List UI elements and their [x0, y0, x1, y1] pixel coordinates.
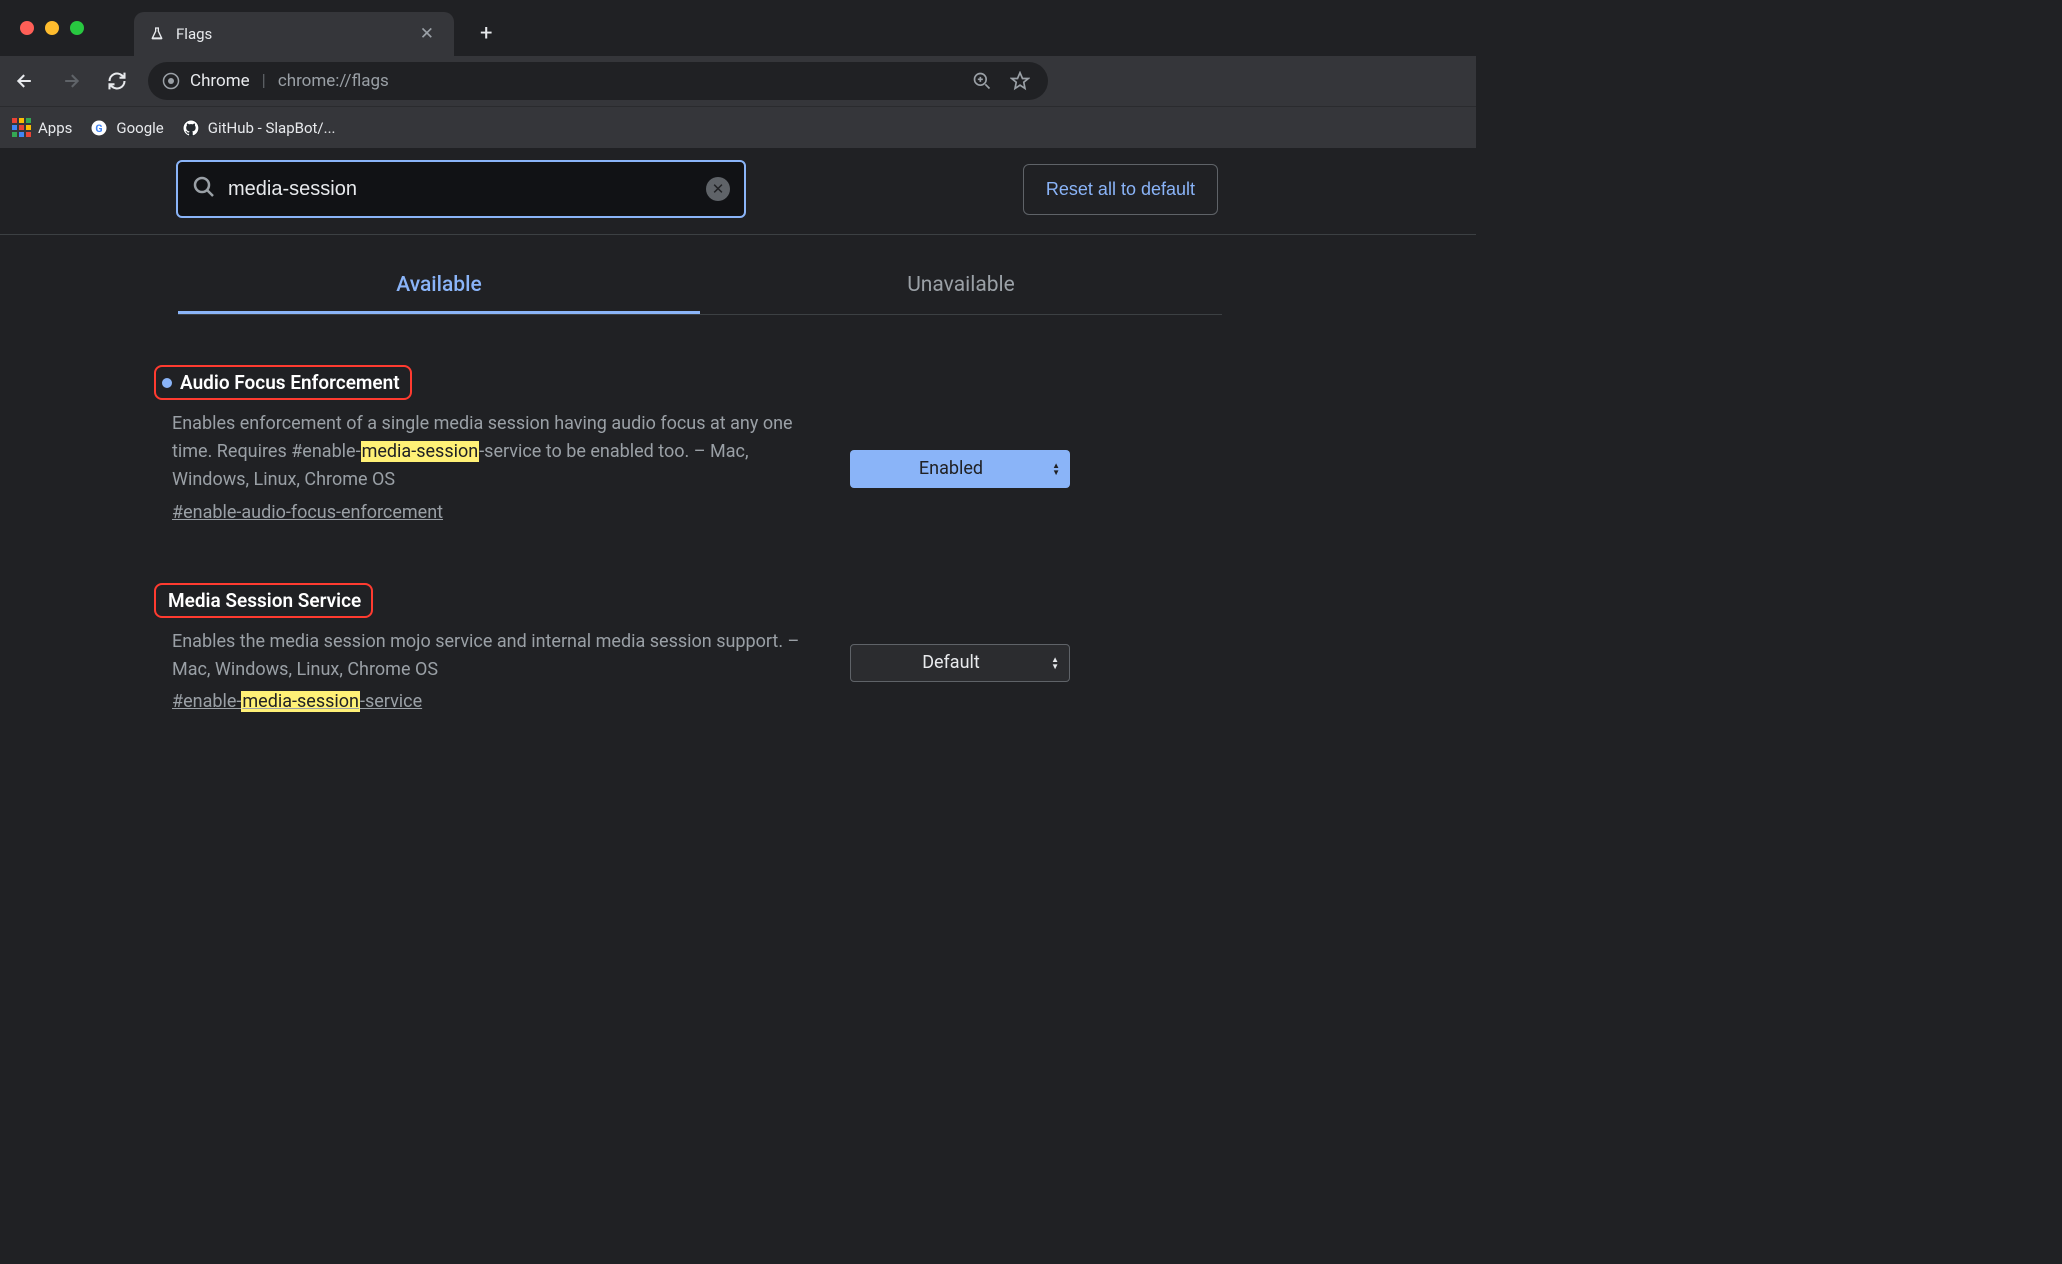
- address-separator: |: [262, 71, 266, 91]
- flag-description: Enables enforcement of a single media se…: [172, 410, 820, 494]
- flag-anchor-link[interactable]: #enable-media-session-service: [172, 691, 422, 712]
- window-controls: [20, 21, 84, 35]
- new-tab-button[interactable]: +: [466, 13, 506, 54]
- flags-page: ✕ Reset all to default Available Unavail…: [0, 148, 1476, 712]
- search-icon: [192, 175, 216, 203]
- minimize-window-button[interactable]: [45, 21, 59, 35]
- flag-title: Media Session Service: [168, 589, 361, 612]
- flags-list: Audio Focus Enforcement Enables enforcem…: [0, 315, 1090, 712]
- address-label: Chrome: [190, 71, 250, 91]
- browser-toolbar: Chrome | chrome://flags: [0, 56, 1476, 106]
- flag-state-select[interactable]: Enabled ▲▼: [850, 450, 1070, 488]
- flags-search[interactable]: ✕: [176, 160, 746, 218]
- reset-all-button[interactable]: Reset all to default: [1023, 164, 1218, 215]
- flag-item: Audio Focus Enforcement Enables enforcem…: [152, 365, 1070, 523]
- flag-title: Audio Focus Enforcement: [180, 371, 400, 394]
- flags-tabs: Available Unavailable: [178, 259, 1222, 315]
- svg-text:G: G: [96, 121, 103, 134]
- apps-icon: [12, 119, 30, 137]
- maximize-window-button[interactable]: [70, 21, 84, 35]
- address-url: chrome://flags: [278, 71, 389, 91]
- reload-button[interactable]: [102, 66, 132, 96]
- bookmarks-bar: Apps G Google GitHub - SlapBot/...: [0, 106, 1476, 148]
- tab-unavailable[interactable]: Unavailable: [700, 259, 1222, 314]
- flag-state-select[interactable]: Default ▲▼: [850, 644, 1070, 682]
- tab-bar: Flags ✕ +: [0, 0, 1476, 56]
- flag-title-highlight: Media Session Service: [154, 583, 373, 618]
- flag-item: Media Session Service Enables the media …: [152, 583, 1070, 713]
- bookmark-label: Apps: [38, 119, 72, 137]
- chrome-icon: [162, 72, 180, 90]
- forward-button[interactable]: [56, 66, 86, 96]
- select-arrows-icon: ▲▼: [1051, 656, 1059, 670]
- zoom-icon[interactable]: [968, 67, 996, 95]
- search-input[interactable]: [228, 178, 694, 201]
- select-value: Enabled: [919, 458, 983, 479]
- close-window-button[interactable]: [20, 21, 34, 35]
- back-button[interactable]: [10, 66, 40, 96]
- tab-available[interactable]: Available: [178, 259, 700, 314]
- flag-description: Enables the media session mojo service a…: [172, 628, 820, 684]
- github-icon: [182, 119, 200, 137]
- bookmark-label: Google: [116, 119, 163, 137]
- flag-title-highlight: Audio Focus Enforcement: [154, 365, 412, 400]
- github-bookmark[interactable]: GitHub - SlapBot/...: [182, 119, 336, 137]
- modified-dot-icon: [162, 378, 172, 388]
- apps-bookmark[interactable]: Apps: [12, 119, 72, 137]
- google-bookmark[interactable]: G Google: [90, 119, 163, 137]
- flag-anchor-link[interactable]: #enable-audio-focus-enforcement: [172, 502, 443, 523]
- flask-icon: [148, 25, 166, 43]
- select-value: Default: [922, 652, 980, 673]
- select-arrows-icon: ▲▼: [1052, 462, 1060, 476]
- clear-search-button[interactable]: ✕: [706, 177, 730, 201]
- bookmark-label: GitHub - SlapBot/...: [208, 119, 336, 137]
- close-tab-button[interactable]: ✕: [414, 22, 440, 46]
- tab-title: Flags: [176, 25, 404, 43]
- address-bar[interactable]: Chrome | chrome://flags: [148, 62, 1048, 100]
- star-icon[interactable]: [1006, 67, 1034, 95]
- google-icon: G: [90, 119, 108, 137]
- flags-header: ✕ Reset all to default: [0, 160, 1476, 235]
- browser-tab[interactable]: Flags ✕: [134, 12, 454, 56]
